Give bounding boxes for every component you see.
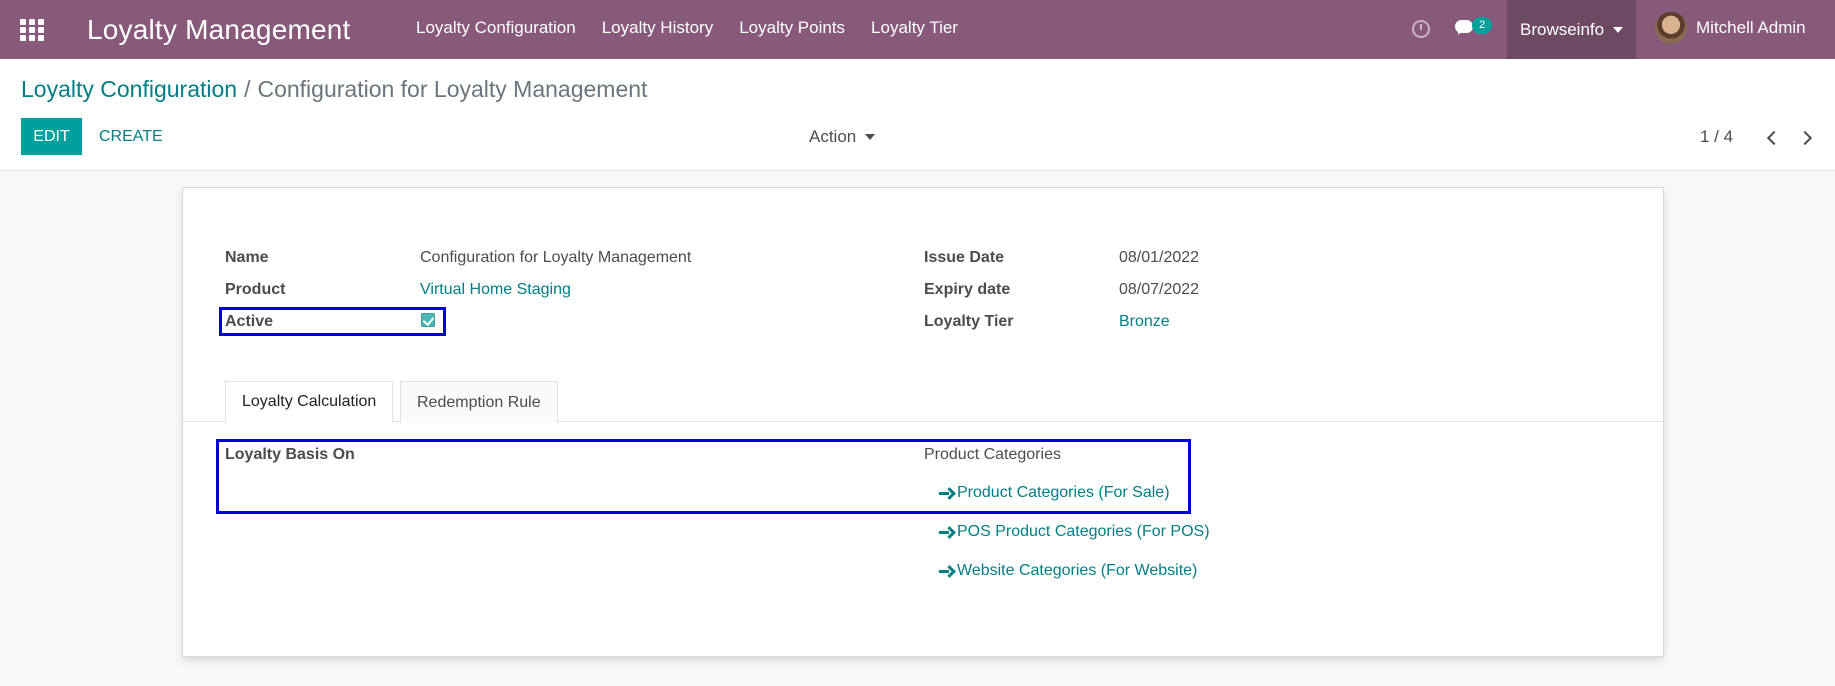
expiry-date-value[interactable]: 08/07/2022	[1119, 281, 1199, 299]
loyalty-tier-label: Loyalty Tier	[924, 313, 1014, 330]
chevron-right-icon[interactable]	[1800, 129, 1814, 147]
expiry-date-label: Expiry date	[924, 281, 1011, 298]
create-button[interactable]: CREATE	[99, 118, 163, 155]
apps-grid-icon[interactable]	[20, 19, 46, 41]
pos-categories-link[interactable]: POS Product Categories (For POS)	[939, 523, 1210, 541]
notebook-tabs: Loyalty Calculation Redemption Rule	[183, 381, 1663, 423]
user-name: Mitchell Admin	[1696, 18, 1806, 37]
tab-loyalty-calculation[interactable]: Loyalty Calculation	[225, 381, 394, 423]
edit-button[interactable]: EDIT	[21, 118, 82, 155]
loyalty-basis-highlight-box	[216, 439, 1191, 514]
pager-value[interactable]: 1 / 4	[1700, 127, 1733, 147]
menu-item-loyalty-configuration[interactable]: Loyalty Configuration	[416, 18, 576, 38]
chevron-left-icon[interactable]	[1765, 129, 1779, 147]
tab-redemption-rule[interactable]: Redemption Rule	[400, 381, 558, 423]
name-value[interactable]: Configuration for Loyalty Management	[420, 249, 691, 267]
company-switcher[interactable]: Browseinfo	[1507, 0, 1636, 59]
message-count-badge: 2	[1472, 17, 1492, 34]
activity-clock-icon[interactable]	[1412, 20, 1430, 38]
main-menu: Loyalty Configuration Loyalty History Lo…	[416, 18, 984, 38]
control-panel: Loyalty Configuration / Configuration for …	[0, 59, 1835, 171]
menu-item-loyalty-history[interactable]: Loyalty History	[602, 18, 713, 38]
form-sheet: Name Configuration for Loyalty Managemen…	[182, 187, 1664, 657]
chevron-down-icon	[1613, 26, 1624, 33]
avatar	[1655, 12, 1687, 44]
arrow-right-icon	[939, 526, 953, 538]
breadcrumb-separator: /	[244, 76, 251, 102]
top-navbar: Loyalty Management Loyalty Configuration…	[0, 0, 1835, 59]
issue-date-label: Issue Date	[924, 249, 1005, 266]
active-highlight-box	[219, 307, 446, 336]
website-categories-link[interactable]: Website Categories (For Website)	[939, 562, 1197, 580]
name-label: Name	[225, 249, 269, 266]
menu-item-loyalty-points[interactable]: Loyalty Points	[739, 18, 845, 38]
action-dropdown[interactable]: Action	[809, 127, 876, 147]
app-title[interactable]: Loyalty Management	[87, 14, 351, 46]
website-categories-label: Website Categories (For Website)	[957, 562, 1198, 579]
action-label: Action	[809, 127, 857, 146]
user-menu[interactable]: Mitchell Admin	[1655, 12, 1806, 44]
product-label: Product	[225, 281, 286, 298]
loyalty-tier-link[interactable]: Bronze	[1119, 313, 1170, 331]
breadcrumb-parent-link[interactable]: Loyalty Configuration	[21, 76, 237, 102]
menu-item-loyalty-tier[interactable]: Loyalty Tier	[871, 18, 958, 38]
arrow-right-icon	[939, 565, 953, 577]
company-name: Browseinfo	[1520, 19, 1605, 39]
breadcrumb: Loyalty Configuration / Configuration for …	[21, 76, 647, 103]
chevron-down-icon	[865, 134, 876, 140]
product-link[interactable]: Virtual Home Staging	[420, 281, 571, 299]
issue-date-value[interactable]: 08/01/2022	[1119, 249, 1199, 267]
pos-categories-label: POS Product Categories (For POS)	[957, 523, 1210, 540]
breadcrumb-current: Configuration for Loyalty Management	[257, 76, 648, 102]
